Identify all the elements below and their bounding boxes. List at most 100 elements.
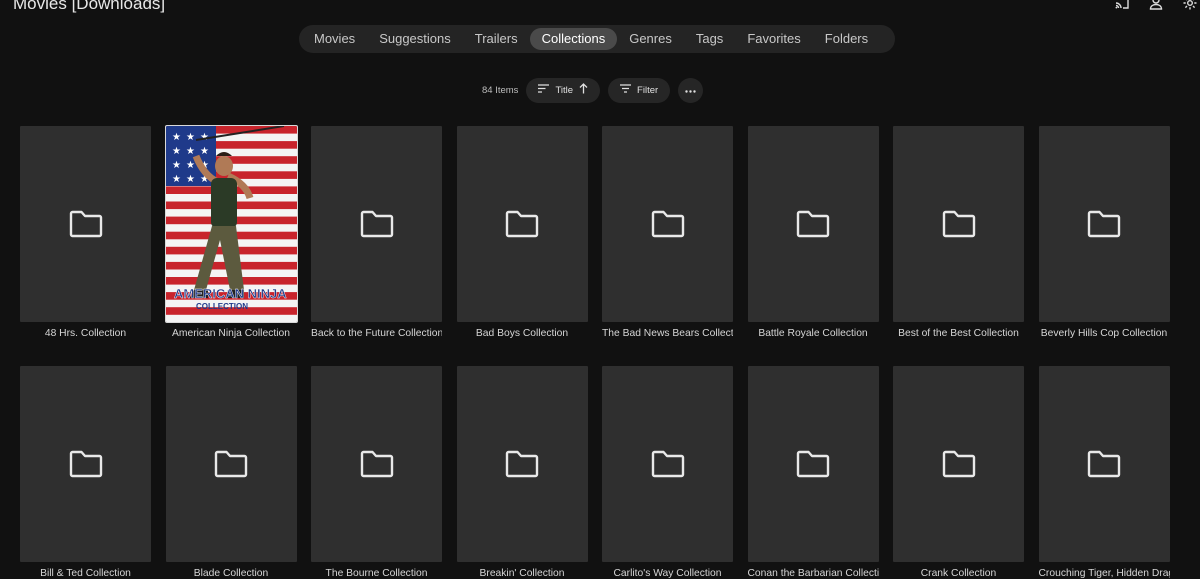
tab-favorites[interactable]: Favorites — [735, 28, 812, 50]
svg-text:★: ★ — [186, 160, 195, 171]
page-title: Movies [Downloads] — [13, 0, 166, 13]
folder-icon — [68, 449, 104, 479]
alphabet-scrollbar[interactable] — [1196, 170, 1200, 470]
collection-title[interactable]: 48 Hrs. Collection — [20, 328, 151, 339]
folder-icon — [504, 449, 540, 479]
collection-placeholder[interactable] — [602, 366, 733, 562]
library-tabs: Movies Suggestions Trailers Collections Genr… — [299, 25, 895, 53]
collection-card[interactable]: Carlito's Way Collection — [602, 366, 733, 579]
collection-placeholder[interactable] — [1038, 126, 1170, 322]
poster-art: ★ ★ ★★ ★ ★★ ★ ★★ ★ ★ AMERICAN NINJA COLLECTION — [165, 126, 297, 322]
collection-card[interactable]: Bad Boys Collection — [456, 126, 588, 339]
svg-text:★: ★ — [172, 146, 181, 157]
collection-title[interactable]: Conan the Barbarian Collection — [748, 568, 879, 579]
collection-placeholder[interactable] — [747, 126, 879, 322]
folder-icon — [650, 449, 686, 479]
collection-title[interactable]: Bill & Ted Collection — [20, 568, 151, 579]
collection-title[interactable]: American Ninja Collection — [166, 328, 297, 339]
collection-placeholder[interactable] — [747, 366, 879, 562]
collection-title[interactable]: Blade Collection — [166, 568, 297, 579]
collection-placeholder[interactable] — [893, 126, 1024, 322]
poster-logo-sub: COLLECTION — [196, 302, 248, 311]
collection-card[interactable]: 48 Hrs. Collection — [20, 126, 151, 339]
folder-icon — [213, 449, 249, 479]
svg-text:★: ★ — [200, 146, 209, 157]
tab-trailers[interactable]: Trailers — [463, 28, 530, 50]
tab-movies[interactable]: Movies — [302, 28, 367, 50]
svg-text:★: ★ — [186, 146, 195, 157]
collection-title[interactable]: Beverly Hills Cop Collection — [1039, 328, 1170, 339]
folder-icon — [1086, 449, 1122, 479]
collection-title[interactable]: The Bourne Collection — [311, 568, 442, 579]
folder-icon — [941, 449, 977, 479]
collection-placeholder[interactable] — [456, 366, 588, 562]
collection-card[interactable]: Conan the Barbarian Collection — [747, 366, 879, 579]
folder-icon — [1086, 209, 1122, 239]
collection-placeholder[interactable] — [456, 126, 588, 322]
filter-button[interactable]: Filter — [608, 77, 671, 103]
sort-icon — [538, 84, 550, 96]
collection-title[interactable]: Breakin' Collection — [457, 568, 588, 579]
collection-placeholder[interactable] — [311, 366, 442, 562]
collection-card[interactable]: Best of the Best Collection — [893, 126, 1024, 339]
collection-placeholder[interactable] — [893, 366, 1024, 562]
collection-title[interactable]: Best of the Best Collection — [893, 328, 1024, 339]
toolbar: 84 Items Title Filter — [482, 77, 704, 103]
collection-card[interactable]: Beverly Hills Cop Collection — [1038, 126, 1170, 339]
collection-title[interactable]: Battle Royale Collection — [748, 328, 879, 339]
tab-tags[interactable]: Tags — [684, 28, 735, 50]
svg-text:★: ★ — [172, 174, 181, 185]
tab-folders[interactable]: Folders — [813, 28, 880, 50]
item-count: 84 Items — [482, 84, 519, 96]
collection-card[interactable]: The Bourne Collection — [311, 366, 442, 579]
collection-title[interactable]: Crank Collection — [893, 568, 1024, 579]
folder-icon — [504, 209, 540, 239]
settings-icon[interactable] — [1182, 0, 1198, 11]
more-options-button[interactable] — [678, 77, 704, 103]
arrow-up-icon — [579, 83, 588, 97]
collection-placeholder[interactable] — [311, 126, 442, 322]
svg-text:★: ★ — [172, 160, 181, 171]
collection-card[interactable]: Battle Royale Collection — [747, 126, 879, 339]
collection-title[interactable]: Back to the Future Collection — [311, 328, 442, 339]
collection-card[interactable]: ★ ★ ★ ★ ★ ★ ★ ★ ★ ★ ★ ★ AMERICAN NINJA COLLECTION A… — [164, 125, 298, 339]
collection-poster[interactable]: ★ ★ ★ ★ ★ ★ ★ ★ ★ ★ ★ ★ AMERICAN NINJA COLLECTION — [164, 125, 298, 323]
svg-text:★: ★ — [186, 132, 195, 143]
poster-logo-text: AMERICAN NINJA — [174, 286, 287, 301]
tab-suggestions[interactable]: Suggestions — [367, 28, 463, 50]
collection-card[interactable]: Bill & Ted Collection — [20, 366, 151, 579]
filter-label: Filter — [637, 84, 659, 96]
tab-collections[interactable]: Collections — [529, 28, 618, 50]
collection-placeholder[interactable] — [20, 366, 151, 562]
folder-icon — [941, 209, 977, 239]
user-icon[interactable] — [1148, 0, 1164, 11]
collection-card[interactable]: Blade Collection — [165, 366, 297, 579]
collection-card[interactable]: Crank Collection — [893, 366, 1024, 579]
sort-label: Title — [555, 84, 574, 96]
folder-icon — [359, 449, 395, 479]
collection-placeholder[interactable] — [20, 126, 151, 322]
collection-title[interactable]: Crouching Tiger, Hidden Dragon Collectio… — [1039, 568, 1170, 579]
cast-icon[interactable] — [1114, 0, 1130, 11]
collection-card[interactable]: Back to the Future Collection — [311, 126, 442, 339]
collection-placeholder[interactable] — [1038, 366, 1170, 562]
folder-icon — [359, 209, 395, 239]
tab-genres[interactable]: Genres — [617, 28, 684, 50]
collection-card[interactable]: Breakin' Collection — [456, 366, 588, 579]
more-icon — [685, 85, 696, 96]
collection-title[interactable]: Carlito's Way Collection — [602, 568, 733, 579]
folder-icon — [795, 449, 831, 479]
svg-text:★: ★ — [172, 132, 181, 143]
folder-icon — [650, 209, 686, 239]
header-icons — [1114, 0, 1200, 12]
collection-card[interactable]: Crouching Tiger, Hidden Dragon Collectio… — [1038, 366, 1170, 579]
folder-icon — [795, 209, 831, 239]
collection-placeholder[interactable] — [602, 126, 733, 322]
collection-title[interactable]: Bad Boys Collection — [457, 328, 588, 339]
collection-card[interactable]: The Bad News Bears Collection — [602, 126, 733, 339]
collection-placeholder[interactable] — [165, 366, 297, 562]
sort-button[interactable]: Title — [526, 77, 601, 103]
filter-icon — [620, 84, 632, 96]
folder-icon — [68, 209, 104, 239]
collection-title[interactable]: The Bad News Bears Collection — [602, 328, 733, 339]
